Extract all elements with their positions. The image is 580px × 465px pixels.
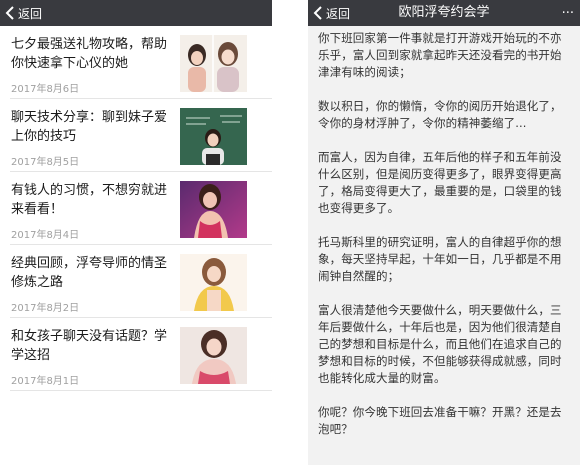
article-date: 2017年8月4日 <box>11 230 80 241</box>
article-thumbnail <box>180 108 247 165</box>
list-item[interactable]: 七夕最强送礼物攻略，帮助你快速拿下心仪的她 2017年8月6日 <box>10 26 272 99</box>
back-label: 返回 <box>326 6 351 21</box>
left-navbar: 返回 <box>0 0 272 26</box>
article-paragraph: 数以积日，你的懒惰，令你的阅历开始退化了，令你的身材浮肿了，令你的精神萎缩了..… <box>318 99 562 130</box>
article-paragraph: 你下班回家第一件事就是打开游戏开始玩的不亦乐乎，富人回到家就拿起昨天还没看完的书… <box>318 31 562 79</box>
article-thumbnail <box>180 35 247 92</box>
more-button[interactable]: ··· <box>562 0 574 26</box>
article-date: 2017年8月6日 <box>11 84 80 95</box>
article-date: 2017年8月5日 <box>11 157 80 168</box>
back-label: 返回 <box>18 6 43 21</box>
article-paragraph: 托马斯科里的研究证明，富人的自律超乎你的想象，每天坚持早起，十年如一日，几乎都是… <box>318 235 562 283</box>
article-title: 和女孩子聊天没有话题？学学这招 <box>11 329 168 363</box>
list-item[interactable]: 经典回顾，浮夸导师的情圣修炼之路 2017年8月2日 <box>10 245 272 318</box>
more-dots-icon: ··· <box>561 5 574 21</box>
article-list: 七夕最强送礼物攻略，帮助你快速拿下心仪的她 2017年8月6日 聊天技术分享：聊… <box>0 26 272 391</box>
article-date: 2017年8月2日 <box>11 303 80 314</box>
article-body: 你下班回家第一件事就是打开游戏开始玩的不亦乐乎，富人回到家就拿起昨天还没看完的书… <box>308 26 580 438</box>
article-paragraph: 富人很清楚他今天要做什么，明天要做什么，三年后要做什么，十年后也是，因为他们很清… <box>318 303 562 385</box>
article-date: 2017年8月1日 <box>11 376 80 387</box>
chevron-left-icon <box>5 6 14 20</box>
article-thumbnail <box>180 181 247 238</box>
list-item[interactable]: 有钱人的习惯，不想穷就进来看看！ 2017年8月4日 <box>10 172 272 245</box>
article-paragraph: 而富人，因为自律，五年后他的样子和五年前没什么区别，但是阅历变得更多了，眼界变得… <box>318 150 562 215</box>
article-detail-screen: 返回 欧阳浮夸约会学 ··· 你下班回家第一件事就是打开游戏开始玩的不亦乐乎，富… <box>308 0 580 465</box>
back-button[interactable]: 返回 <box>4 0 42 26</box>
chevron-left-icon <box>313 6 322 20</box>
list-item[interactable]: 聊天技术分享：聊到妹子爱上你的技巧 2017年8月5日 <box>10 99 272 172</box>
article-paragraph: 你呢？你今晚下班回去准备干嘛？开黑？还是去泡吧？ <box>318 405 562 436</box>
article-title: 经典回顾，浮夸导师的情圣修炼之路 <box>11 256 168 290</box>
article-title: 聊天技术分享：聊到妹子爱上你的技巧 <box>11 110 168 144</box>
article-thumbnail <box>180 327 247 384</box>
article-title: 有钱人的习惯，不想穷就进来看看！ <box>11 183 168 217</box>
article-thumbnail <box>180 254 247 311</box>
article-title: 七夕最强送礼物攻略，帮助你快速拿下心仪的她 <box>11 37 168 71</box>
right-navbar: 返回 欧阳浮夸约会学 ··· <box>308 0 580 26</box>
article-list-screen: 返回 七夕最强送礼物攻略，帮助你快速拿下心仪的她 2017年8月6日 聊天技术分… <box>0 0 272 465</box>
list-item[interactable]: 和女孩子聊天没有话题？学学这招 2017年8月1日 <box>10 318 272 391</box>
back-button[interactable]: 返回 <box>312 0 350 26</box>
